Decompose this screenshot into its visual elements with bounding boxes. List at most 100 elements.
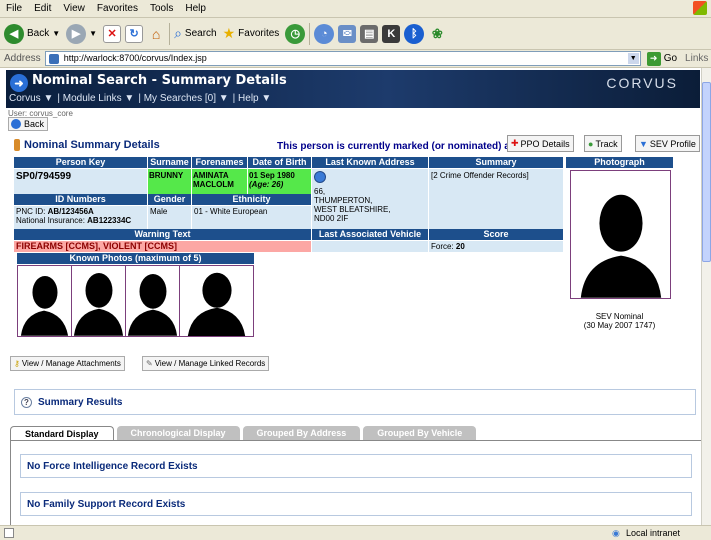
dropdown-arrow-icon[interactable]: ▼ <box>89 29 97 38</box>
manage-linked-records-button[interactable]: ✎ View / Manage Linked Records <box>142 356 270 371</box>
score-label: Force: <box>431 242 456 251</box>
favorites-button[interactable]: ★ Favorites <box>223 25 280 42</box>
nav-module-links[interactable]: | Module Links ▼ <box>57 93 134 104</box>
refresh-icon[interactable]: ↻ <box>125 24 144 43</box>
nav-corvus[interactable]: Corvus ▼ <box>9 93 53 104</box>
vertical-scrollbar[interactable] <box>701 68 711 525</box>
edit-icon[interactable]: K <box>382 24 401 43</box>
menu-tools[interactable]: Tools <box>150 3 173 14</box>
dob-age: (Age: 26) <box>249 180 284 189</box>
globe-icon[interactable] <box>314 171 326 183</box>
page-status-icon <box>4 528 14 538</box>
stop-icon[interactable]: ✕ <box>103 24 122 43</box>
back-label: Back <box>27 28 50 39</box>
header-photograph: Photograph <box>566 157 673 168</box>
address-bar: Address http://warlock:8700/corvus/Index… <box>0 50 711 68</box>
go-label: Go <box>663 53 678 64</box>
person-key-value[interactable]: SP0/794599 <box>14 169 147 194</box>
search-button[interactable]: ⌕ Search <box>174 25 217 42</box>
header-address: Last Known Address <box>312 157 428 168</box>
silhouette-icon <box>187 272 246 336</box>
known-photo-1[interactable] <box>17 265 72 337</box>
bluetooth-icon[interactable]: ᛒ <box>404 23 425 44</box>
photo-caption-date: (30 May 2007 1747) <box>583 321 656 330</box>
header-id-numbers: ID Numbers <box>14 194 147 205</box>
back-arrow-icon: ◀ <box>4 23 24 44</box>
dropdown-arrow-icon[interactable]: ▼ <box>52 29 60 38</box>
summary-value[interactable]: [2 Crime Offender Records] <box>429 169 563 230</box>
paperclip-icon: ✎ <box>146 359 153 368</box>
app-back-button[interactable]: Back <box>8 117 48 131</box>
pnc-label: PNC ID: <box>16 207 48 216</box>
address-label: Address <box>4 53 41 64</box>
header-surname: Surname <box>148 157 191 168</box>
nav-my-searches[interactable]: | My Searches [0] ▼ <box>138 93 228 104</box>
warning-text-value: FIREARMS [CCMS], VIOLENT [CCMS] <box>14 241 311 252</box>
track-label: Track <box>595 138 618 149</box>
home-icon[interactable]: ⌂ <box>147 25 165 43</box>
tab-standard-display[interactable]: Standard Display <box>10 426 114 440</box>
menu-favorites[interactable]: Favorites <box>97 3 138 14</box>
sev-profile-button[interactable]: ▼ SEV Profile <box>635 135 700 152</box>
results-panel: No Force Intelligence Record Exists No F… <box>10 440 701 525</box>
forenames-value: AMINATA MACLOLM <box>192 169 247 194</box>
summary-header: Nominal Summary Details This person is c… <box>14 135 701 155</box>
forward-arrow-icon: ▶ <box>66 23 87 44</box>
manage-linked-records-label: View / Manage Linked Records <box>154 359 266 368</box>
toolbar-separator <box>309 22 311 45</box>
help-question-icon[interactable]: ? <box>21 396 32 408</box>
header-dob: Date of Birth <box>248 157 311 168</box>
menu-help[interactable]: Help <box>185 3 206 14</box>
header-ethnicity: Ethnicity <box>192 194 311 205</box>
pnc-value: AB/123456A <box>47 207 94 216</box>
app-title: Nominal Search - Summary Details <box>32 73 287 88</box>
history-icon[interactable]: ◔ <box>314 23 335 44</box>
score-value: Force: 20 <box>429 241 563 252</box>
windows-logo-icon <box>693 1 707 15</box>
search-icon: ⌕ <box>174 25 182 41</box>
print-icon[interactable]: ▤ <box>360 24 379 43</box>
address-line-4: ND00 2IF <box>314 214 349 223</box>
ni-value: AB122334C <box>87 216 132 225</box>
surname-value: BRUNNY <box>148 169 191 194</box>
ethnicity-value: 01 - White European <box>192 206 311 230</box>
track-button[interactable]: ● Track <box>584 135 622 152</box>
scrollbar-thumb[interactable] <box>702 82 711 262</box>
forename-2: MACLOLM <box>193 180 234 189</box>
address-dropdown-icon[interactable]: ▼ <box>627 53 639 64</box>
summary-heading: Nominal Summary Details <box>24 139 160 151</box>
status-bar: ◉ Local intranet <box>0 525 711 540</box>
app-nav: Corvus ▼ | Module Links ▼ | My Searches … <box>9 93 275 104</box>
known-photo-3[interactable] <box>125 265 180 337</box>
menu-view[interactable]: View <box>63 3 85 14</box>
header-summary: Summary <box>429 157 563 168</box>
tab-chronological-display[interactable]: Chronological Display <box>116 426 240 440</box>
header-forenames: Forenames <box>192 157 247 168</box>
tab-grouped-by-address[interactable]: Grouped By Address <box>242 426 361 440</box>
go-button[interactable]: ➜ Go <box>646 51 678 66</box>
back-button[interactable]: ◀ Back ▼ <box>4 23 60 44</box>
menu-edit[interactable]: Edit <box>34 3 51 14</box>
forward-button[interactable]: ▶ ▼ <box>66 23 97 44</box>
favorites-label: Favorites <box>238 28 280 39</box>
links-label[interactable]: Links <box>685 53 708 64</box>
messenger-icon[interactable]: ❀ <box>428 25 446 43</box>
known-photo-2[interactable] <box>71 265 126 337</box>
app-back-label: Back <box>24 119 45 129</box>
known-photo-4[interactable] <box>179 265 254 337</box>
tab-grouped-by-vehicle[interactable]: Grouped By Vehicle <box>363 426 477 440</box>
mail-icon[interactable]: ✉ <box>338 24 357 43</box>
address-input[interactable]: http://warlock:8700/corvus/Index.jsp ▼ <box>44 51 641 66</box>
main-photograph[interactable] <box>570 170 671 299</box>
page-icon <box>48 54 59 64</box>
ppo-details-button[interactable]: ✚ PPO Details <box>507 135 574 152</box>
ni-label: National Insurance: <box>16 216 88 225</box>
manage-attachments-label: View / Manage Attachments <box>21 359 121 368</box>
manage-attachments-button[interactable]: ⚷ View / Manage Attachments <box>10 356 125 371</box>
silhouette-icon <box>127 274 178 336</box>
media-icon[interactable]: ◷ <box>285 23 306 44</box>
menu-file[interactable]: File <box>6 3 22 14</box>
toolbar-separator <box>169 22 171 45</box>
back-circle-icon <box>11 119 21 129</box>
nav-help[interactable]: | Help ▼ <box>233 93 272 104</box>
